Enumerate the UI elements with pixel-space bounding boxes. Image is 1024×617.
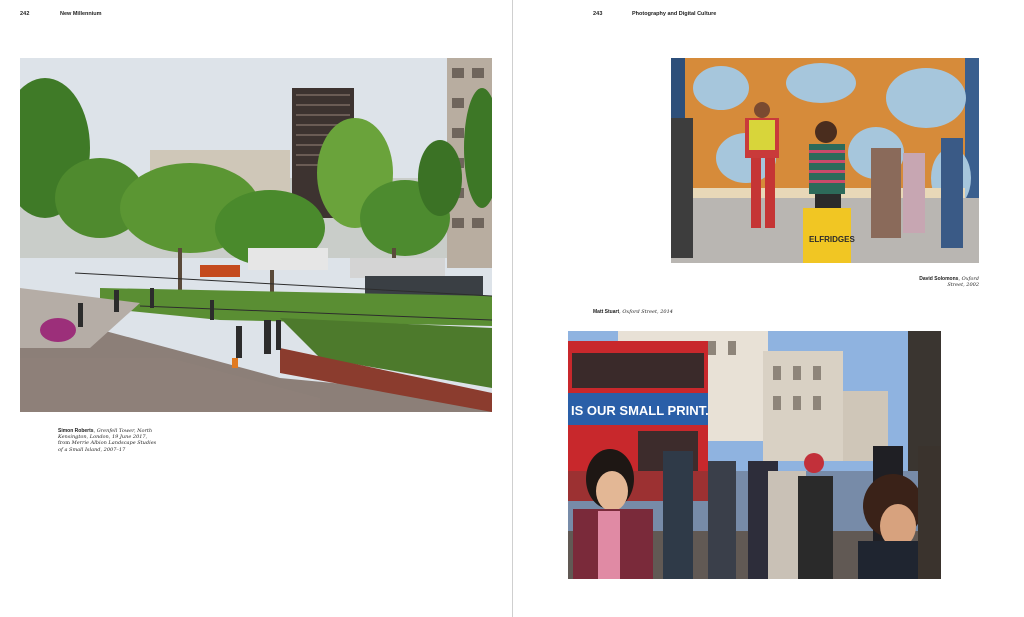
right-folio: 243 [593,11,603,17]
grenfell-caption-line4: of a Small Island, 2007–17 [58,446,126,453]
grenfell-caption-title: Grenfell Tower, North [96,428,153,434]
oxford-street-2002-art: ELFRIDGES [671,58,979,263]
oxford-street-2002-photo: ELFRIDGES [671,58,979,263]
solomons-caption-photographer: David Solomons [919,276,959,282]
bus-advert-text: IS OUR SMALL PRINT. [571,403,709,418]
grenfell-photo-art [20,58,492,412]
left-page: 242 New Millennium Simon Roberts, Grenfe… [0,0,512,617]
grenfell-photo [20,58,492,412]
right-page: 243 Photography and Digital Culture ELFR… [513,0,1024,617]
solomons-caption: David Solomons, Oxford Street, 2002 [879,276,979,288]
selfridges-bag-text: ELFRIDGES [809,235,855,244]
stuart-caption: Matt Stuart, Oxford Street, 2014 [593,309,673,315]
oxford-street-2014-photo: IS OUR SMALL PRINT. [568,331,941,579]
stuart-caption-title: Oxford Street, 2014 [622,309,673,315]
solomons-caption-line2: Street, 2002 [947,282,979,289]
grenfell-caption-from: from [58,440,70,447]
left-folio: 242 [20,11,30,17]
oxford-street-2014-art: IS OUR SMALL PRINT. [568,331,941,579]
solomons-caption-title: Oxford [961,276,979,282]
stuart-caption-photographer: Matt Stuart [593,309,620,315]
left-running-head: New Millennium [60,11,102,17]
grenfell-caption-photographer: Simon Roberts [58,428,94,434]
grenfell-caption: Simon Roberts, Grenfell Tower, North Ken… [58,428,157,453]
grenfell-caption-series: Merrie Albion Landscape Studies [71,440,157,447]
right-running-head: Photography and Digital Culture [632,11,717,17]
